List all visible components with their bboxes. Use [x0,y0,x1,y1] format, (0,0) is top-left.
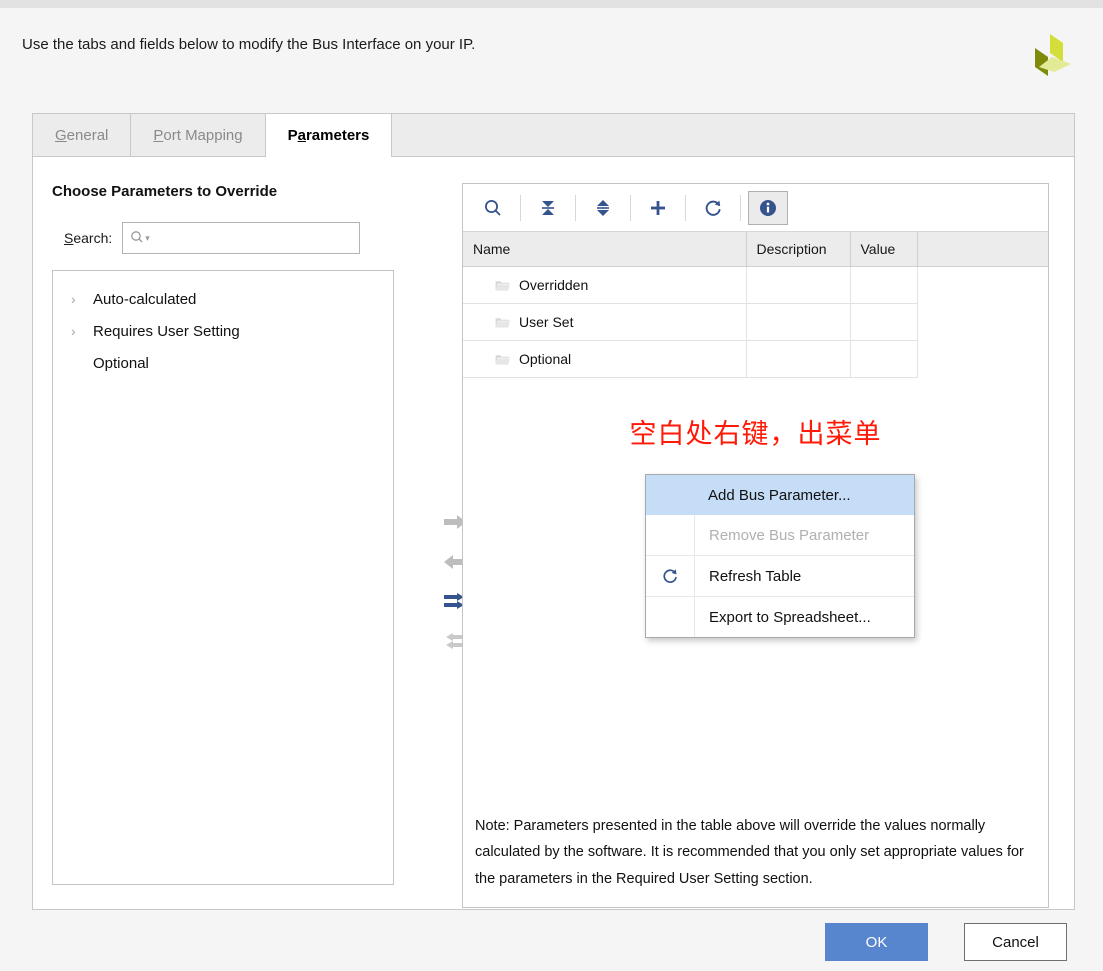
tab-port-mapping[interactable]: Port Mapping [131,114,266,157]
search-button[interactable] [473,191,513,225]
menu-icon-slot [646,597,695,637]
tree-item-optional[interactable]: › Optional [53,347,393,379]
tab-parameters[interactable]: Parameters [265,114,393,157]
column-header-value[interactable]: Value [850,232,918,267]
folder-icon [495,353,510,366]
tree-item-label: Optional [93,354,149,372]
search-input[interactable]: ▾ [122,222,361,254]
context-menu-item-remove-bus-parameter: Remove Bus Parameter [646,515,914,556]
context-menu[interactable]: Add Bus Parameter... Remove Bus Paramete… [645,474,915,638]
row-name-cell[interactable]: Optional [463,340,747,378]
row-spacer-cell [917,341,1048,378]
search-label: Search: [64,230,113,246]
menu-item-label: Remove Bus Parameter [709,526,870,544]
tab-panel-parameters: Choose Parameters to Override Search: ▾ … [32,156,1075,910]
search-icon [485,199,501,216]
menu-item-label: Refresh Table [709,567,802,585]
row-description-cell[interactable] [746,340,851,378]
row-spacer-cell [917,304,1048,341]
column-header-description[interactable]: Description [746,232,851,267]
tab-bar: General Port Mapping Parameters [32,113,1075,157]
context-menu-item-export-to-spreadsheet[interactable]: Export to Spreadsheet... [646,597,914,637]
table-row[interactable]: User Set [463,303,1048,341]
dialog-footer: OK Cancel [0,923,1103,971]
xilinx-logo [1019,24,1081,86]
tree-item-auto-calculated[interactable]: › Auto-calculated [53,283,393,315]
row-name-label: User Set [519,314,574,330]
table-row[interactable]: Overridden [463,266,1048,304]
tree-item-label: Requires User Setting [93,322,240,340]
expand-all-icon [597,199,609,216]
context-menu-item-refresh-table[interactable]: Refresh Table [646,556,914,597]
table-toolbar [463,184,1048,232]
chevron-right-icon[interactable]: › [71,291,89,307]
row-name-cell[interactable]: User Set [463,303,747,341]
toolbar-separator [520,194,521,221]
add-button[interactable] [638,191,678,225]
chevron-placeholder-icon: › [71,355,89,371]
cancel-button[interactable]: Cancel [964,923,1067,961]
table-header-row: Name Description Value [463,232,1048,267]
row-spacer-cell [917,267,1048,304]
bus-parameters-table[interactable]: Name Description Value Overridden User S… [463,232,1048,378]
menu-item-label: Export to Spreadsheet... [709,608,871,626]
column-header-spacer [917,232,1048,267]
collapse-all-button[interactable] [528,191,568,225]
table-row[interactable]: Optional [463,340,1048,378]
window-top-strip [0,0,1103,8]
toolbar-separator [630,194,631,221]
chevron-right-icon[interactable]: › [71,323,89,339]
chevron-down-icon: ▾ [145,232,150,243]
row-name-label: Optional [519,351,572,367]
toolbar-separator [575,194,576,221]
row-description-cell[interactable] [746,266,851,304]
plus-icon [651,200,665,215]
row-value-cell[interactable] [850,303,918,341]
tab-container: General Port Mapping Parameters Choose P… [32,113,1075,911]
column-header-name[interactable]: Name [463,232,747,267]
collapse-all-icon [542,200,554,215]
dialog-header: Use the tabs and fields below to modify … [0,8,1103,100]
info-icon [760,199,776,216]
choose-parameters-pane: Choose Parameters to Override Search: ▾ … [52,183,412,885]
tree-item-label: Auto-calculated [93,290,197,308]
folder-icon [495,279,510,292]
instruction-text: Use the tabs and fields below to modify … [22,36,476,53]
search-row: Search: ▾ [52,222,412,254]
folder-icon [495,316,510,329]
parameters-tree[interactable]: › Auto-calculated › Requires User Settin… [52,270,394,885]
tab-general[interactable]: General [33,114,132,157]
bus-parameters-pane: Name Description Value Overridden User S… [462,183,1049,908]
refresh-icon [663,569,677,583]
pane-title: Choose Parameters to Override [52,183,278,200]
row-value-cell[interactable] [850,266,918,304]
menu-icon-slot [646,475,694,515]
menu-item-label: Add Bus Parameter... [708,486,851,504]
row-name-cell[interactable]: Overridden [463,266,747,304]
search-icon [130,230,144,246]
toolbar-separator [685,194,686,221]
ok-button[interactable]: OK [825,923,928,961]
tree-item-requires-user-setting[interactable]: › Requires User Setting [53,315,393,347]
table-note: Note: Parameters presented in the table … [475,817,1024,888]
annotation-text: 空白处右键，出菜单 [629,419,882,450]
menu-icon-slot [646,515,695,555]
expand-all-button[interactable] [583,191,623,225]
refresh-icon [705,200,721,216]
info-button[interactable] [748,190,788,225]
row-value-cell[interactable] [850,340,918,378]
context-menu-item-add-bus-parameter[interactable]: Add Bus Parameter... [646,475,914,515]
refresh-button[interactable] [693,191,733,225]
row-name-label: Overridden [519,277,589,293]
toolbar-separator [740,194,741,221]
menu-icon-slot [646,556,695,596]
row-description-cell[interactable] [746,303,851,341]
